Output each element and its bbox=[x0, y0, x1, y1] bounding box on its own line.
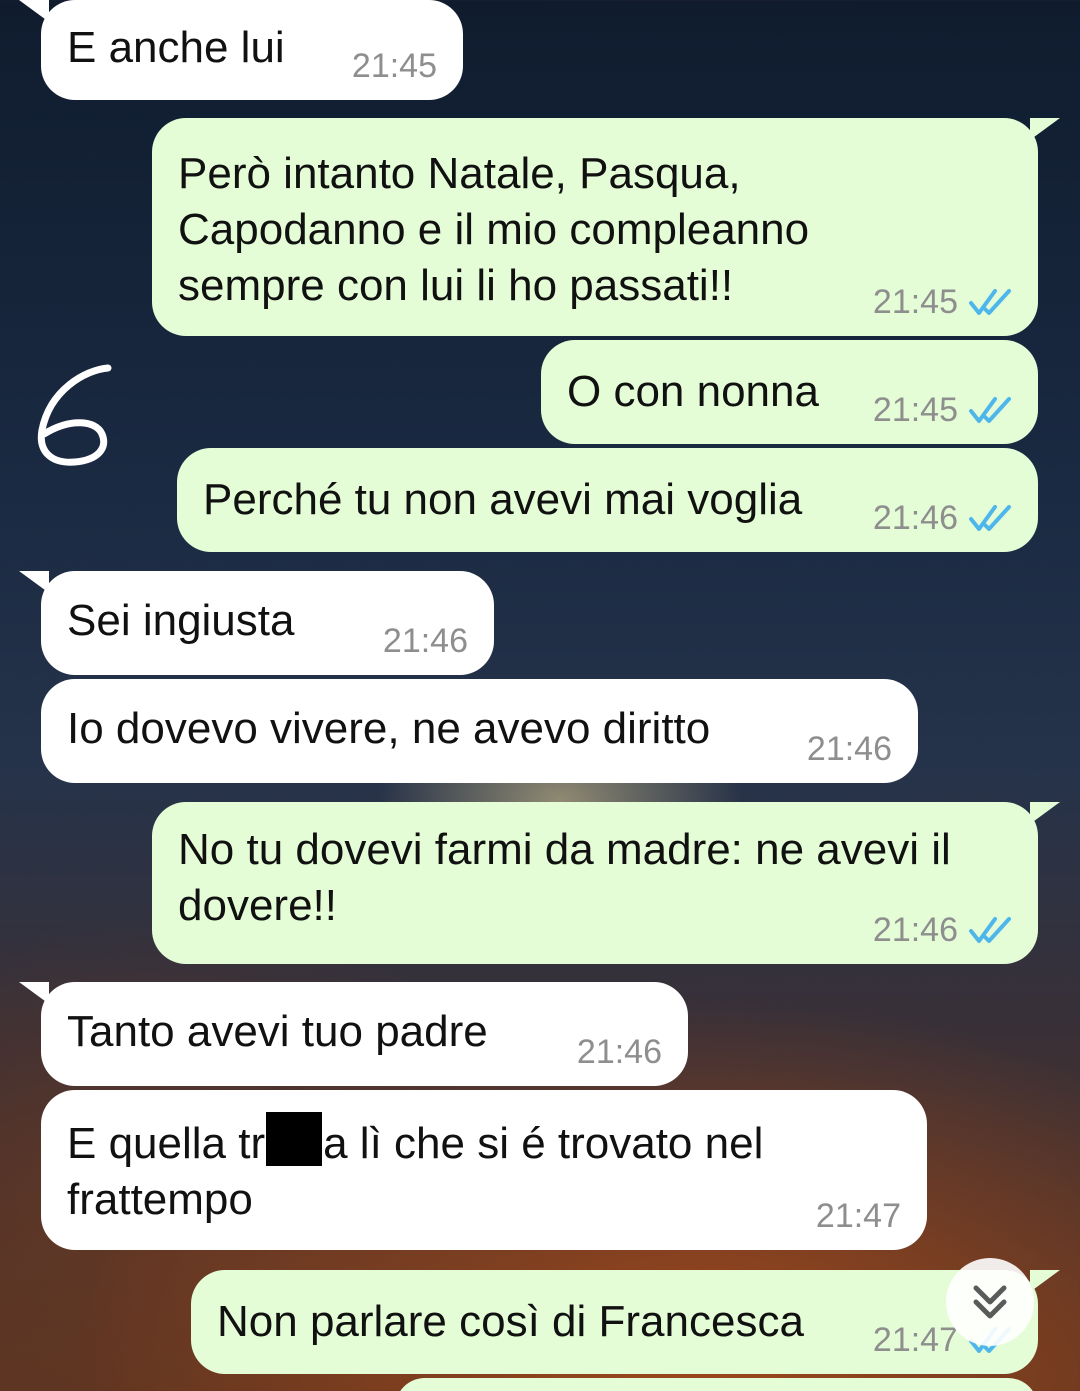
message-outgoing[interactable]: O con nonna 21:45 bbox=[541, 340, 1038, 444]
message-outgoing[interactable]: Perché tu non avevi mai voglia 21:46 bbox=[177, 448, 1038, 552]
double-check-icon bbox=[969, 289, 1011, 315]
message-time: 21:45 bbox=[872, 391, 958, 429]
message-incoming[interactable]: Io dovevo vivere, ne avevo diritto 21:46 bbox=[41, 679, 918, 783]
message-time: 21:45 bbox=[351, 47, 437, 85]
message-time: 21:46 bbox=[872, 911, 958, 949]
double-check-icon bbox=[969, 397, 1011, 423]
message-time: 21:46 bbox=[576, 1033, 662, 1071]
double-check-icon bbox=[969, 505, 1011, 531]
handwritten-number-annotation bbox=[37, 364, 112, 466]
chevron-double-down-icon bbox=[973, 1285, 1007, 1319]
message-incoming[interactable]: Tanto avevi tuo padre 21:46 bbox=[19, 982, 688, 1086]
redaction-block bbox=[266, 1112, 323, 1166]
message-incoming[interactable]: E quella tr a lì che si é trovato nel fra… bbox=[41, 1090, 927, 1250]
message-incoming[interactable]: Sei ingiusta 21:46 bbox=[19, 571, 494, 675]
message-time: 21:46 bbox=[806, 730, 892, 768]
message-outgoing-partial[interactable] bbox=[395, 1378, 1038, 1391]
message-time: 21:47 bbox=[815, 1197, 901, 1235]
message-outgoing[interactable]: No tu dovevi farmi da madre: ne avevi il… bbox=[152, 802, 1060, 964]
message-text: Tanto avevi tuo padre bbox=[67, 1007, 488, 1056]
message-incoming[interactable]: E anche lui 21:45 bbox=[19, 0, 463, 100]
message-time: 21:46 bbox=[382, 622, 468, 660]
message-text: E quella tr a lì che si é trovato nel fra… bbox=[67, 1112, 901, 1228]
message-outgoing[interactable]: Però intanto Natale, Pasqua, Capodanno e… bbox=[152, 118, 1060, 336]
message-text: Io dovevo vivere, ne avevo diritto bbox=[67, 704, 711, 753]
message-time: 21:46 bbox=[872, 499, 958, 537]
message-outgoing[interactable]: Non parlare così di Francesca 21:47 bbox=[191, 1270, 1060, 1374]
message-text-before-redaction: E quella tr bbox=[67, 1119, 266, 1168]
message-time: 21:45 bbox=[872, 283, 958, 321]
scroll-to-bottom-button[interactable] bbox=[946, 1258, 1034, 1346]
message-time: 21:47 bbox=[872, 1321, 958, 1359]
double-check-icon bbox=[969, 917, 1011, 943]
